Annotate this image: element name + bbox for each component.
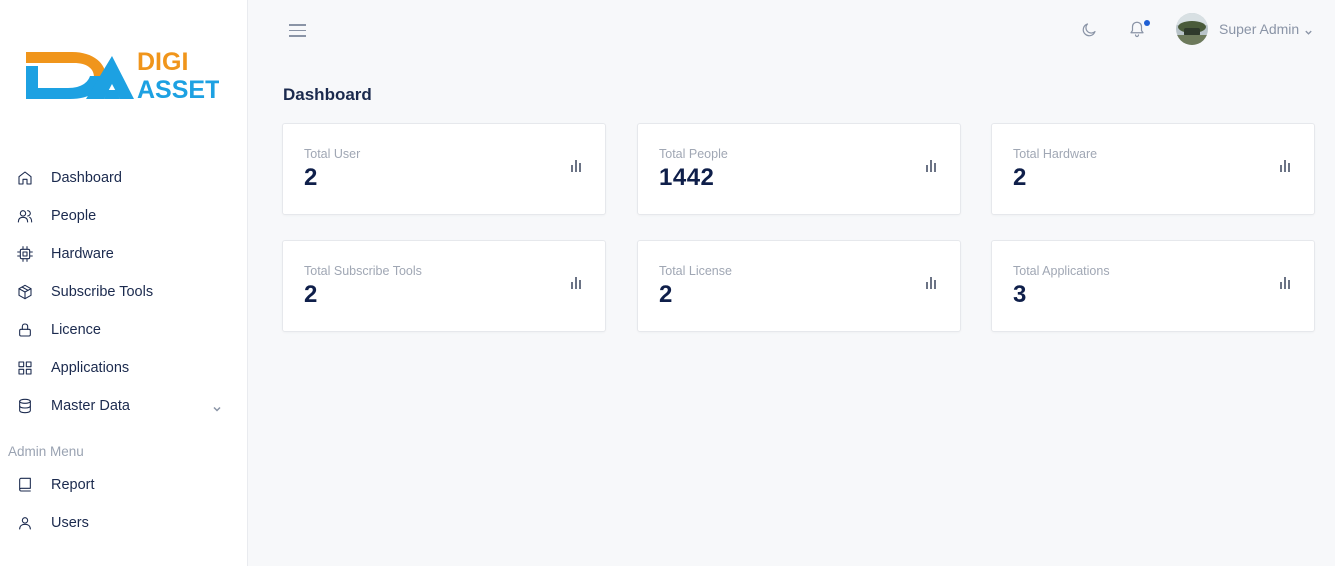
stat-value: 2 bbox=[1013, 164, 1027, 191]
stat-value: 2 bbox=[304, 164, 318, 191]
stat-value: 1442 bbox=[659, 164, 715, 191]
chevron-down-icon[interactable] bbox=[1304, 24, 1313, 35]
sidebar-item-label: Users bbox=[51, 515, 89, 531]
bar-chart-icon bbox=[570, 160, 582, 172]
sidebar-item-applications[interactable]: Applications bbox=[0, 349, 248, 387]
user-icon bbox=[16, 514, 34, 532]
sidebar-item-label: Hardware bbox=[51, 246, 114, 262]
logo-word-bottom: ASSET bbox=[137, 76, 219, 104]
admin-nav: Report Users bbox=[0, 466, 248, 542]
package-icon bbox=[16, 283, 34, 301]
grid-icon bbox=[16, 359, 34, 377]
sidebar-item-label: Applications bbox=[51, 360, 130, 376]
stat-card-total-user: Total User 2 bbox=[282, 123, 606, 215]
user-name[interactable]: Super Admin bbox=[1219, 21, 1299, 37]
stat-card-total-people: Total People 1442 bbox=[637, 123, 961, 215]
stat-value: 2 bbox=[304, 281, 318, 308]
stat-card-total-hardware: Total Hardware 2 bbox=[991, 123, 1315, 215]
sidebar-item-label: Subscribe Tools bbox=[51, 284, 154, 300]
lock-icon bbox=[16, 321, 34, 339]
bar-chart-icon bbox=[925, 277, 937, 289]
admin-menu-label: Admin Menu bbox=[8, 444, 84, 459]
menu-toggle-icon[interactable] bbox=[289, 24, 306, 38]
sidebar-item-hardware[interactable]: Hardware bbox=[0, 235, 248, 273]
home-icon bbox=[16, 169, 34, 187]
users-icon bbox=[16, 207, 34, 225]
sidebar-item-label: People bbox=[51, 208, 97, 224]
sidebar-item-licence[interactable]: Licence bbox=[0, 311, 248, 349]
sidebar-item-label: Licence bbox=[51, 322, 101, 338]
stat-label: Total Subscribe Tools bbox=[304, 264, 422, 278]
bar-chart-icon bbox=[570, 277, 582, 289]
database-icon bbox=[16, 397, 34, 415]
sidebar-item-master-data[interactable]: Master Data bbox=[0, 387, 248, 425]
stat-label: Total Hardware bbox=[1013, 147, 1098, 161]
sidebar-item-people[interactable]: People bbox=[0, 197, 248, 235]
page-title: Dashboard bbox=[283, 85, 372, 104]
main-nav: Dashboard People Hardware Subscribe Tool… bbox=[0, 159, 248, 425]
sidebar-item-dashboard[interactable]: Dashboard bbox=[0, 159, 248, 197]
bar-chart-icon bbox=[925, 160, 937, 172]
stat-value: 3 bbox=[1013, 281, 1027, 308]
cpu-icon bbox=[16, 245, 34, 263]
notification-dot bbox=[1144, 20, 1150, 26]
dark-mode-icon[interactable] bbox=[1080, 21, 1098, 39]
stat-label: Total User bbox=[304, 147, 361, 161]
stat-card-total-subscribe-tools: Total Subscribe Tools 2 bbox=[282, 240, 606, 332]
stat-label: Total License bbox=[659, 264, 732, 278]
logo-word-top: DIGI bbox=[137, 48, 188, 76]
chevron-down-icon[interactable] bbox=[212, 401, 222, 412]
sidebar-item-subscribe-tools[interactable]: Subscribe Tools bbox=[0, 273, 248, 311]
book-icon bbox=[16, 476, 34, 494]
avatar[interactable] bbox=[1176, 13, 1208, 45]
stat-card-total-applications: Total Applications 3 bbox=[991, 240, 1315, 332]
sidebar-item-report[interactable]: Report bbox=[0, 466, 248, 504]
bar-chart-icon bbox=[1279, 160, 1291, 172]
stat-label: Total Applications bbox=[1013, 264, 1110, 278]
sidebar-item-label: Report bbox=[51, 477, 95, 493]
sidebar: DIGI ASSET Dashboard People Hardware Sub… bbox=[0, 0, 248, 566]
digiasset-logo[interactable]: DIGI ASSET bbox=[24, 46, 220, 104]
stat-value: 2 bbox=[659, 281, 673, 308]
sidebar-item-users[interactable]: Users bbox=[0, 504, 248, 542]
bar-chart-icon bbox=[1279, 277, 1291, 289]
sidebar-item-label: Dashboard bbox=[51, 170, 122, 186]
sidebar-item-label: Master Data bbox=[51, 398, 130, 414]
stat-card-total-license: Total License 2 bbox=[637, 240, 961, 332]
stat-label: Total People bbox=[659, 147, 728, 161]
